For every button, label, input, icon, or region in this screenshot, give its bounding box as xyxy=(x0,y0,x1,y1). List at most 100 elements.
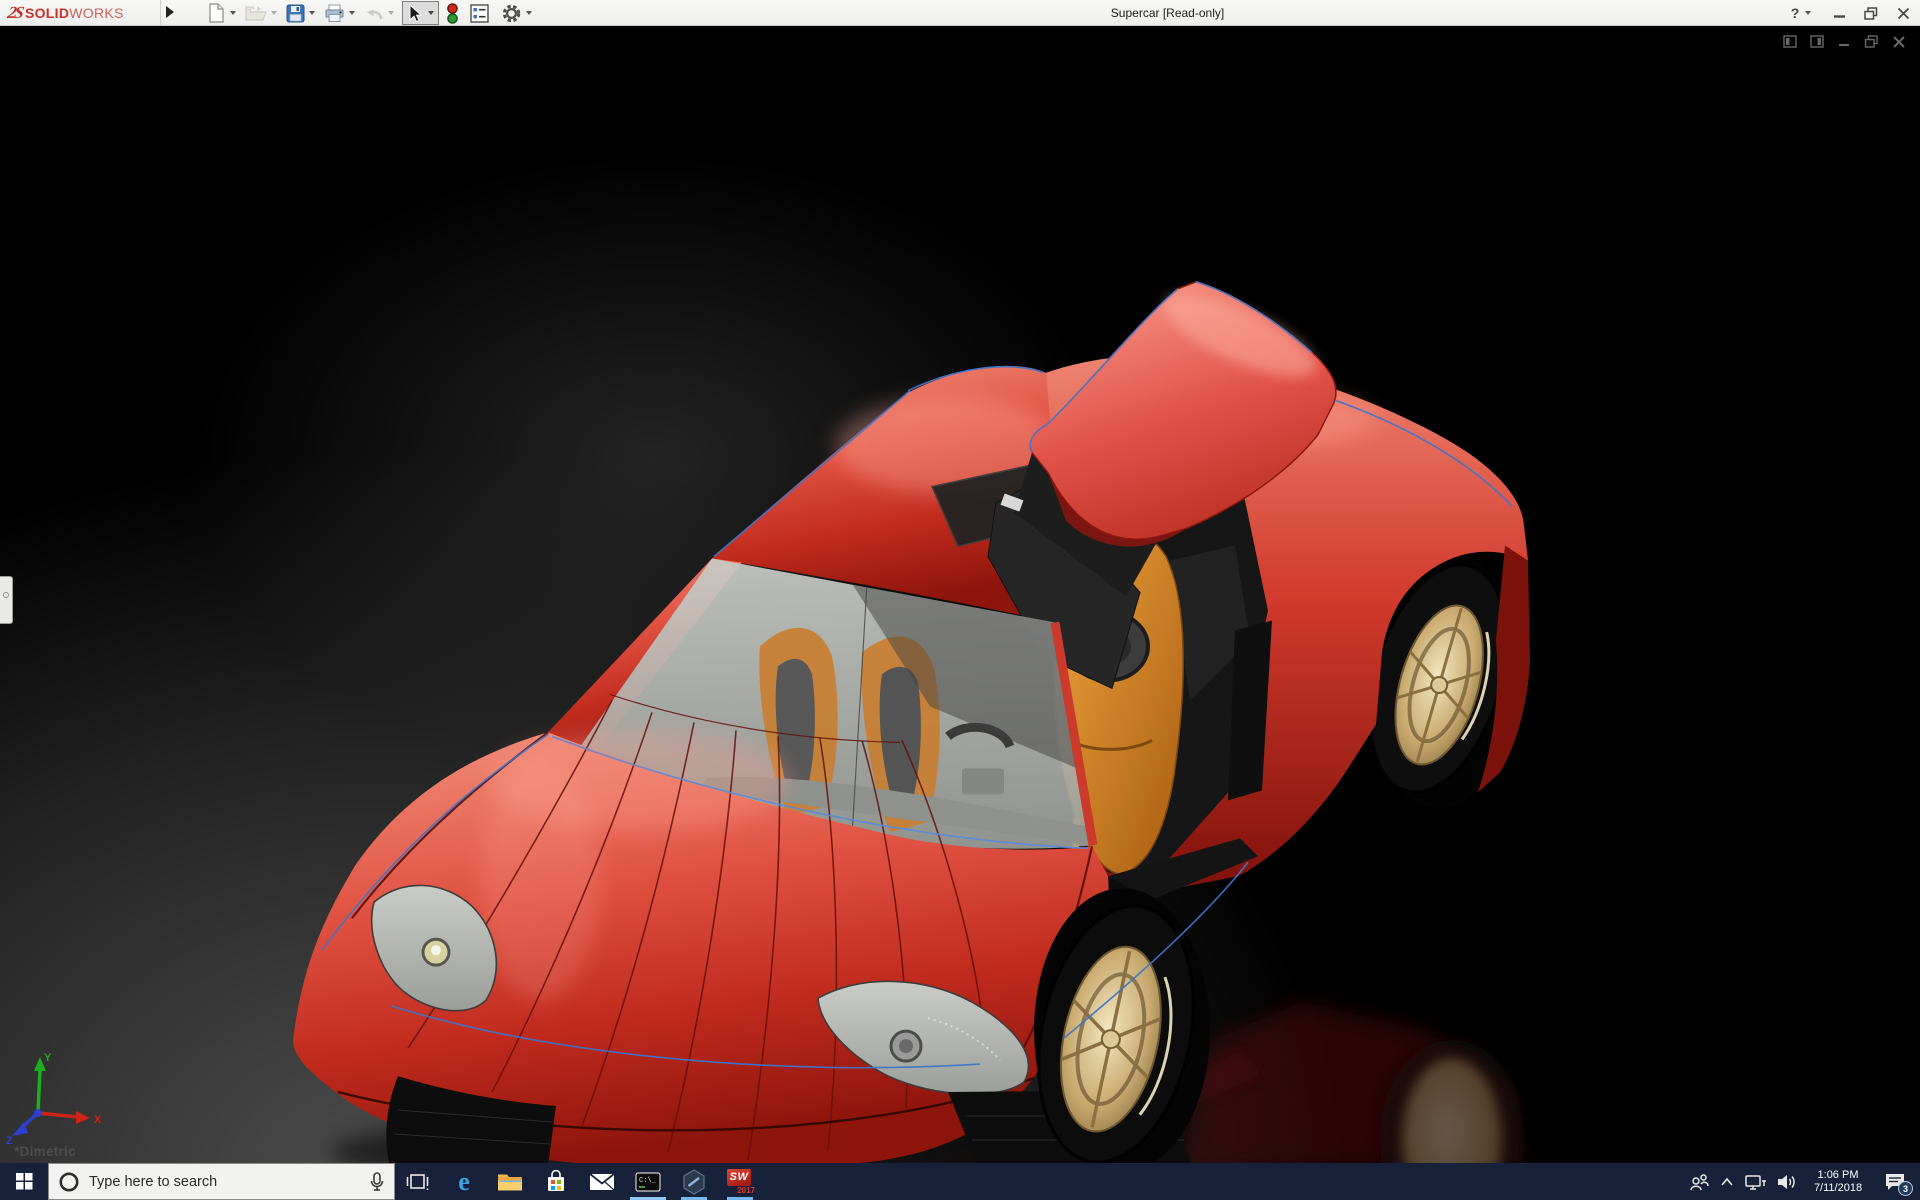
restore-icon xyxy=(1864,6,1878,20)
edge-icon: e xyxy=(458,1166,470,1196)
open-folder-icon xyxy=(245,6,267,21)
quick-toolbar xyxy=(206,0,540,26)
command-prompt-icon: C:\_ xyxy=(635,1171,661,1192)
show-pane-right-button[interactable] xyxy=(1810,34,1825,49)
brand-works: WORKS xyxy=(69,5,124,21)
graphics-viewport[interactable]: Y X Z *Dimetric xyxy=(0,27,1920,1163)
select-cursor-icon xyxy=(409,3,422,22)
tray-time: 1:06 PM xyxy=(1817,1168,1859,1181)
hexagon-app-icon xyxy=(683,1168,705,1195)
volume-button[interactable] xyxy=(1772,1163,1802,1200)
cortana-icon xyxy=(59,1172,79,1191)
restore-document-button[interactable] xyxy=(1864,34,1879,49)
options-button[interactable] xyxy=(500,1,533,25)
mail-icon xyxy=(589,1172,615,1190)
new-document-icon xyxy=(209,3,224,23)
close-document-button[interactable] xyxy=(1891,34,1906,49)
save-floppy-icon xyxy=(286,4,305,22)
triad-x-arrow-icon xyxy=(76,1111,90,1124)
file-explorer-icon xyxy=(498,1174,522,1190)
hexagon-app-button[interactable] xyxy=(671,1163,717,1200)
tray-date: 7/11/2018 xyxy=(1813,1181,1863,1194)
traffic-light-icon xyxy=(447,2,458,24)
file-explorer-button[interactable] xyxy=(487,1163,533,1200)
network-button[interactable] xyxy=(1740,1163,1772,1200)
taskbar-search[interactable] xyxy=(48,1163,395,1200)
save-button[interactable] xyxy=(285,1,316,25)
logo-separator xyxy=(160,0,161,26)
minimize-button[interactable] xyxy=(1830,2,1848,24)
action-center-button[interactable]: 3 xyxy=(1874,1163,1916,1200)
print-button[interactable] xyxy=(323,1,356,25)
triad-y-label: Y xyxy=(44,1052,52,1064)
undo-button[interactable] xyxy=(363,1,395,25)
notification-badge: 3 xyxy=(1898,1181,1913,1196)
hidden-icons-button[interactable] xyxy=(1714,1163,1740,1200)
undo-dropdown-caret[interactable] xyxy=(388,11,394,15)
minimize-document-button[interactable] xyxy=(1837,34,1852,49)
document-window-controls xyxy=(1783,34,1906,49)
svg-text:C:\_: C:\_ xyxy=(639,1177,657,1185)
solidworks-app-icon: SW 2017 xyxy=(725,1168,755,1196)
show-pane-left-button[interactable] xyxy=(1783,34,1798,49)
minimize-icon xyxy=(1833,14,1845,18)
open-button[interactable] xyxy=(244,1,278,25)
select-tool-button[interactable] xyxy=(402,1,439,25)
help-button[interactable]: ? xyxy=(1786,2,1816,24)
windows-taskbar: e xyxy=(0,1163,1920,1200)
select-dropdown-caret[interactable] xyxy=(428,11,434,15)
new-dropdown-caret[interactable] xyxy=(230,11,236,15)
task-view-icon xyxy=(406,1173,429,1190)
orientation-triad: Y X Z xyxy=(6,1052,102,1145)
undo-arrow-icon xyxy=(366,9,383,19)
open-dropdown-caret[interactable] xyxy=(271,11,277,15)
rebuild-button[interactable] xyxy=(446,1,459,25)
new-document-button[interactable] xyxy=(206,1,237,25)
network-icon xyxy=(1745,1174,1766,1190)
solidworks-logo: 2S SOLID WORKS xyxy=(6,0,124,26)
options-dropdown-caret[interactable] xyxy=(526,11,532,15)
restore-button[interactable] xyxy=(1862,2,1880,24)
help-dropdown-caret[interactable] xyxy=(1805,11,1812,15)
search-input[interactable] xyxy=(89,1173,360,1190)
close-icon xyxy=(1897,7,1909,19)
file-properties-icon xyxy=(470,3,489,23)
task-view-button[interactable] xyxy=(395,1163,441,1200)
mail-button[interactable] xyxy=(579,1163,625,1200)
microsoft-store-button[interactable] xyxy=(533,1163,579,1200)
feature-tree-flyout-tab[interactable] xyxy=(0,576,13,624)
help-icon: ? xyxy=(1790,5,1800,21)
print-icon xyxy=(325,4,344,22)
supercar-model-canvas[interactable] xyxy=(0,27,1920,1163)
people-icon xyxy=(1690,1173,1709,1190)
titlebar: 2S SOLID WORKS Supercar [Read-only] ? xyxy=(0,0,1920,26)
command-prompt-button[interactable]: C:\_ xyxy=(625,1163,671,1200)
solidworks-window: 2S SOLID WORKS Supercar [Read-only] ? Y … xyxy=(0,0,1920,1200)
document-title: Supercar [Read-only] xyxy=(1110,6,1225,20)
gear-icon xyxy=(502,4,521,22)
clock[interactable]: 1:06 PM 7/11/2018 xyxy=(1802,1169,1874,1195)
solidworks-taskbar-button[interactable]: SW 2017 xyxy=(717,1163,763,1200)
chevron-up-icon xyxy=(1721,1177,1733,1186)
print-dropdown-caret[interactable] xyxy=(349,11,355,15)
file-properties-button[interactable] xyxy=(469,1,490,25)
view-orientation-label: *Dimetric xyxy=(14,1144,76,1159)
system-tray: 1:06 PM 7/11/2018 3 xyxy=(1684,1163,1920,1200)
save-dropdown-caret[interactable] xyxy=(309,11,315,15)
microphone-icon[interactable] xyxy=(369,1171,385,1193)
triad-z-label: Z xyxy=(6,1135,13,1145)
flyout-grip-icon xyxy=(3,592,9,598)
supercar-model xyxy=(293,280,1530,1163)
people-button[interactable] xyxy=(1684,1163,1714,1200)
microsoft-store-icon xyxy=(548,1169,564,1191)
start-button[interactable] xyxy=(0,1163,48,1200)
edge-browser-button[interactable]: e xyxy=(441,1163,487,1200)
window-controls: ? xyxy=(1786,0,1912,26)
windows-logo-icon xyxy=(15,1173,32,1190)
triad-x-label: X xyxy=(94,1114,102,1126)
close-button[interactable] xyxy=(1894,2,1912,24)
dassault-logo-icon: 2S xyxy=(6,3,25,22)
menu-expand-arrow-icon[interactable] xyxy=(166,6,174,18)
brand-solid: SOLID xyxy=(24,5,70,21)
speaker-icon xyxy=(1778,1174,1795,1189)
